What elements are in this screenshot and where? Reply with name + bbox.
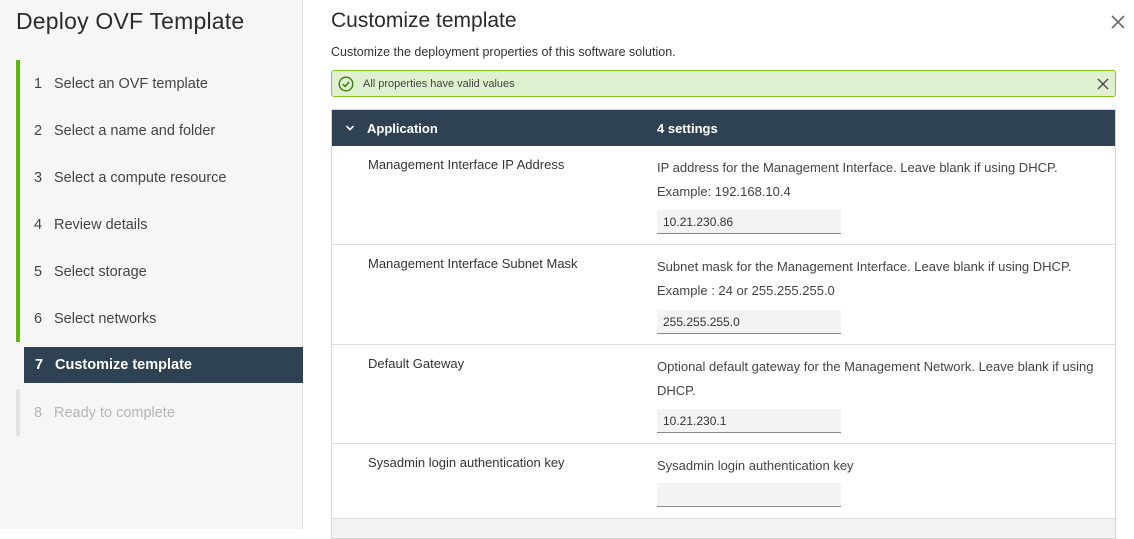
default-gateway-input[interactable] xyxy=(657,409,841,433)
step-progress-bar xyxy=(16,60,20,107)
step-number: 2 xyxy=(34,122,43,139)
property-label: Sysadmin login authentication key xyxy=(368,455,565,470)
wizard-step-6[interactable]: 6 Select networks xyxy=(16,295,303,342)
wizard-step-2[interactable]: 2 Select a name and folder xyxy=(16,107,303,154)
step-progress-bar xyxy=(16,389,20,436)
group-settings-count: 4 settings xyxy=(657,120,718,136)
step-progress-bar xyxy=(16,295,20,342)
step-label: Select storage xyxy=(54,263,147,280)
page-subtitle: Customize the deployment properties of t… xyxy=(331,45,676,59)
step-label: Select networks xyxy=(54,310,157,327)
property-label: Default Gateway xyxy=(368,356,465,371)
step-progress-bar xyxy=(16,248,20,295)
wizard-sidebar: Deploy OVF Template 1 Select an OVF temp… xyxy=(0,0,303,529)
property-row: Management Interface Subnet Mask Subnet … xyxy=(332,245,1115,345)
step-number: 7 xyxy=(35,357,44,373)
close-icon[interactable] xyxy=(1110,14,1126,30)
subnet-mask-input[interactable] xyxy=(657,310,841,334)
active-step-highlight: 7 Customize template xyxy=(24,347,303,383)
group-name: Application xyxy=(367,120,438,136)
validation-alert: All properties have valid values xyxy=(331,70,1116,97)
ip-address-input[interactable] xyxy=(657,210,841,234)
wizard-step-7-active[interactable]: 7 Customize template xyxy=(16,342,303,389)
close-icon[interactable] xyxy=(1095,76,1111,92)
wizard-step-8: 8 Ready to complete xyxy=(16,389,303,436)
step-progress-bar xyxy=(16,154,20,201)
wizard-step-3[interactable]: 3 Select a compute resource xyxy=(16,154,303,201)
step-label: Ready to complete xyxy=(54,404,175,421)
properties-table: Application 4 settings Management Interf… xyxy=(331,109,1116,539)
step-number: 1 xyxy=(34,75,43,92)
step-number: 5 xyxy=(34,263,43,280)
check-circle-icon xyxy=(338,75,354,92)
alert-message: All properties have valid values xyxy=(363,77,515,90)
step-number: 6 xyxy=(34,310,43,327)
property-row: Management Interface IP Address IP addre… xyxy=(332,146,1115,245)
wizard-step-5[interactable]: 5 Select storage xyxy=(16,248,303,295)
chevron-down-icon[interactable] xyxy=(344,122,356,134)
property-description: IP address for the Management Interface.… xyxy=(657,160,1058,199)
step-number: 4 xyxy=(34,216,43,233)
property-row: Sysadmin login authentication key Sysadm… xyxy=(332,444,1115,519)
auth-key-input[interactable] xyxy=(657,483,841,507)
property-label: Management Interface Subnet Mask xyxy=(368,256,578,271)
step-label: Customize template xyxy=(55,357,192,373)
table-footer xyxy=(332,519,1115,538)
step-number: 3 xyxy=(34,169,43,186)
step-progress-bar xyxy=(16,201,20,248)
property-description: Optional default gateway for the Managem… xyxy=(657,359,1094,398)
property-label: Management Interface IP Address xyxy=(368,157,565,172)
main-content: Customize template Customize the deploym… xyxy=(331,0,1134,539)
step-label: Select an OVF template xyxy=(54,75,208,92)
page-title: Customize template xyxy=(331,9,517,32)
step-label: Select a name and folder xyxy=(54,122,216,139)
wizard-step-1[interactable]: 1 Select an OVF template xyxy=(16,60,303,107)
property-row: Default Gateway Optional default gateway… xyxy=(332,345,1115,444)
property-description: Sysadmin login authentication key xyxy=(657,458,854,473)
wizard-title: Deploy OVF Template xyxy=(16,8,245,34)
wizard-steps: 1 Select an OVF template 2 Select a name… xyxy=(16,60,303,436)
property-description: Subnet mask for the Management Interface… xyxy=(657,259,1072,298)
step-label: Select a compute resource xyxy=(54,169,227,186)
wizard-step-4[interactable]: 4 Review details xyxy=(16,201,303,248)
step-progress-bar xyxy=(16,107,20,154)
step-number: 8 xyxy=(34,404,43,421)
group-header-application[interactable]: Application 4 settings xyxy=(332,110,1115,146)
step-label: Review details xyxy=(54,216,148,233)
